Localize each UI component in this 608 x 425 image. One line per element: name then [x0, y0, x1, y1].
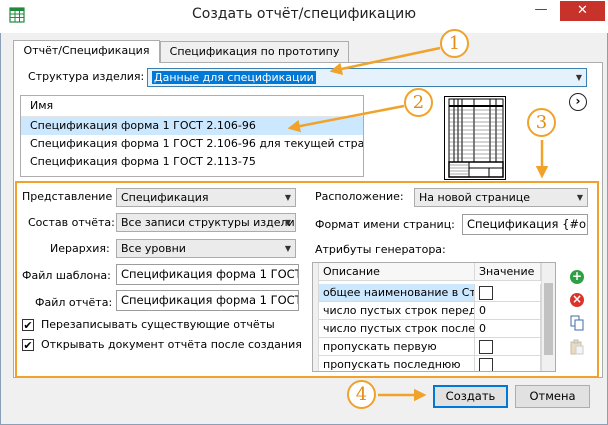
- column-header-value[interactable]: Значение: [475, 263, 541, 281]
- attribute-desc-cell[interactable]: общее наименование в Ста: [319, 284, 475, 302]
- template-list-item[interactable]: Спецификация форма 1 ГОСТ 2.113-75: [21, 153, 363, 171]
- open-after-create-checkbox[interactable]: ✔: [22, 339, 34, 351]
- attribute-checkbox[interactable]: [479, 340, 493, 354]
- attribute-desc-cell[interactable]: число пустых строк после к: [319, 320, 475, 338]
- tab-report[interactable]: Отчёт/Спецификация: [13, 40, 160, 63]
- report-file-label: Файл отчёта:: [35, 296, 113, 309]
- attribute-desc-cell[interactable]: число пустых строк перед к: [319, 302, 475, 320]
- chevron-right-icon[interactable]: ›: [569, 93, 587, 111]
- attribute-desc-cell[interactable]: пропускать первую: [319, 338, 475, 356]
- callout-4: 4: [347, 380, 376, 409]
- paste-icon[interactable]: [569, 339, 585, 355]
- close-button[interactable]: ✕: [560, 1, 605, 21]
- view-label: Представление: [22, 190, 113, 203]
- attribute-checkbox[interactable]: [479, 286, 493, 300]
- attributes-grid[interactable]: Описание Значение общее наименование в С…: [312, 262, 556, 372]
- attribute-desc-cell[interactable]: пропускать последнюю: [319, 356, 475, 371]
- tab-prototype[interactable]: Спецификация по прототипу: [160, 41, 349, 62]
- minimize-button[interactable]: —: [526, 1, 556, 21]
- report-file-input[interactable]: Спецификация форма 1 ГОСТ 2.106-96: [116, 290, 299, 311]
- hierarchy-label: Иерархия:: [50, 242, 110, 255]
- chevron-down-icon: ▼: [284, 218, 291, 227]
- content-value: Все записи структуры изделия: [121, 216, 296, 229]
- chevron-down-icon: ▼: [284, 193, 291, 202]
- attrs-label: Атрибуты генератора:: [315, 243, 446, 256]
- grid-scrollbar[interactable]: [541, 263, 555, 371]
- placement-combobox[interactable]: На новой странице ▼: [414, 188, 588, 207]
- callout-1: 1: [440, 29, 469, 58]
- attribute-value-cell[interactable]: 0: [475, 320, 541, 338]
- structure-value: Данные для спецификации: [152, 71, 316, 84]
- placement-label: Расположение:: [315, 190, 404, 203]
- scrollbar-thumb[interactable]: [544, 283, 553, 355]
- spec-preview-thumbnail: [444, 96, 506, 180]
- delete-icon[interactable]: ×: [570, 293, 584, 307]
- window-title: Создать отчёт/спецификацию: [192, 6, 416, 22]
- view-combobox[interactable]: Спецификация ▼: [116, 188, 296, 207]
- create-button[interactable]: Создать: [433, 385, 508, 408]
- placement-value: На новой странице: [419, 191, 531, 204]
- template-list[interactable]: Имя Спецификация форма 1 ГОСТ 2.106-96 С…: [20, 95, 364, 177]
- column-header-description[interactable]: Описание: [319, 263, 475, 281]
- template-file-input[interactable]: Спецификация форма 1 ГОСТ 2.106-96: [116, 264, 299, 285]
- attribute-value-cell[interactable]: [475, 338, 541, 356]
- copy-icon[interactable]: [569, 315, 585, 331]
- page-name-input[interactable]: Спецификация {#o} Лист: [462, 214, 588, 235]
- hierarchy-value: Все уровни: [121, 242, 186, 255]
- content-combobox[interactable]: Все записи структуры изделия ▼: [116, 213, 296, 232]
- cancel-button[interactable]: Отмена: [515, 385, 590, 408]
- callout-2: 2: [404, 88, 433, 117]
- overwrite-checkbox[interactable]: ✔: [22, 319, 34, 331]
- content-label: Состав отчёта:: [28, 216, 115, 229]
- attribute-value-cell[interactable]: [475, 284, 541, 302]
- chevron-down-icon: ▼: [284, 244, 291, 253]
- attribute-checkbox[interactable]: [479, 358, 493, 371]
- chevron-down-icon: ▼: [576, 193, 583, 202]
- template-list-item[interactable]: Спецификация форма 1 ГОСТ 2.106-96 для т…: [21, 135, 363, 153]
- open-after-create-label: Открывать документ отчёта после создания: [41, 338, 302, 351]
- page-name-label: Формат имени страниц:: [315, 218, 455, 231]
- view-value: Спецификация: [121, 191, 209, 204]
- template-file-label: Файл шаблона:: [22, 269, 111, 282]
- template-list-header[interactable]: Имя: [21, 96, 363, 117]
- template-list-item[interactable]: Спецификация форма 1 ГОСТ 2.106-96: [21, 117, 363, 135]
- chevron-down-icon: ▼: [575, 73, 582, 82]
- attribute-value-cell[interactable]: [475, 356, 541, 371]
- attribute-value-cell[interactable]: 0: [475, 302, 541, 320]
- structure-combobox[interactable]: Данные для спецификации ▼: [147, 68, 587, 87]
- structure-label: Структура изделия:: [28, 70, 145, 83]
- callout-3: 3: [527, 108, 556, 137]
- overwrite-label: Перезаписывать существующие отчёты: [41, 318, 275, 331]
- plus-icon[interactable]: +: [570, 270, 584, 284]
- hierarchy-combobox[interactable]: Все уровни ▼: [116, 239, 296, 258]
